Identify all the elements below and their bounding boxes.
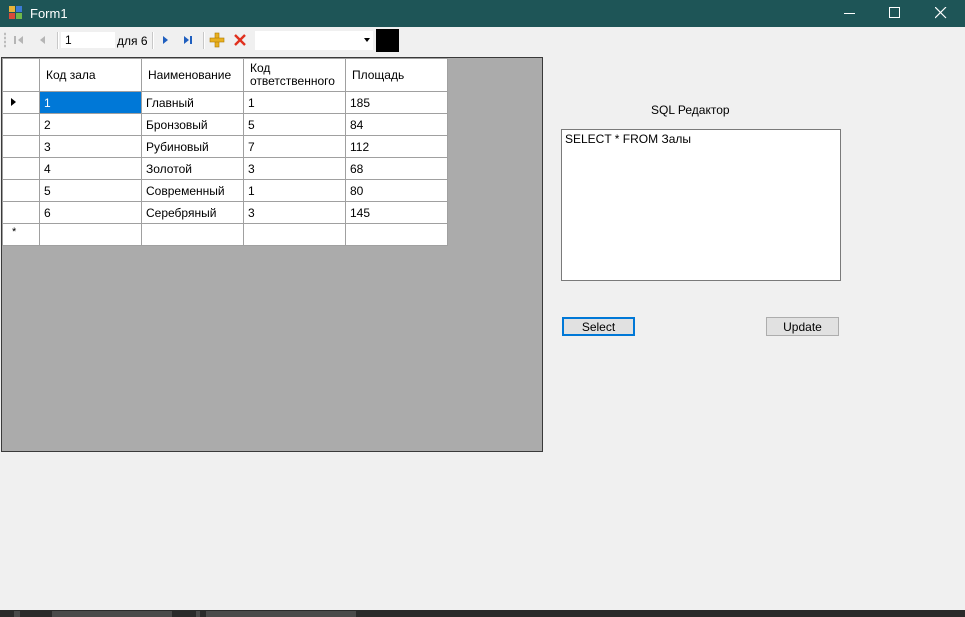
- table-row[interactable]: 4 Золотой 3 68: [2, 157, 448, 180]
- delete-icon: [234, 34, 246, 46]
- position-input[interactable]: [61, 32, 115, 48]
- move-last-icon: [184, 36, 192, 44]
- grid-cell[interactable]: 5: [243, 113, 346, 136]
- move-next-button[interactable]: [156, 31, 174, 49]
- column-header[interactable]: Код ответственного: [243, 58, 346, 92]
- row-header[interactable]: [2, 201, 40, 224]
- count-label: для 6: [117, 34, 148, 48]
- table-row[interactable]: 1 Главный 1 185: [2, 91, 448, 114]
- grid-cell[interactable]: 2: [39, 113, 142, 136]
- move-next-icon: [163, 36, 168, 44]
- grid-cell[interactable]: 3: [39, 135, 142, 158]
- chevron-down-icon: [364, 38, 370, 42]
- close-button[interactable]: [918, 0, 964, 27]
- select-button[interactable]: Select: [562, 317, 635, 336]
- grid-cell[interactable]: 84: [345, 113, 448, 136]
- grid-cell[interactable]: Золотой: [141, 157, 244, 180]
- move-previous-icon: [40, 36, 45, 44]
- move-first-button[interactable]: [10, 31, 28, 49]
- window-title: Form1: [30, 6, 68, 21]
- plus-icon: [209, 32, 225, 48]
- grid-cell[interactable]: Главный: [141, 91, 244, 114]
- toolbar-separator: [203, 32, 205, 49]
- data-grid-table: Код зала Наименование Код ответственного…: [2, 58, 448, 246]
- grid-cell[interactable]: [39, 223, 142, 246]
- grid-cell[interactable]: Бронзовый: [141, 113, 244, 136]
- new-row[interactable]: *: [2, 223, 448, 246]
- row-header[interactable]: [2, 91, 40, 114]
- move-first-icon: [14, 36, 23, 44]
- minimize-button[interactable]: [827, 0, 873, 27]
- toolbar-color-box[interactable]: [376, 29, 399, 52]
- current-row-icon: [11, 98, 16, 106]
- grid-cell[interactable]: 5: [39, 179, 142, 202]
- grid-cell[interactable]: 3: [243, 157, 346, 180]
- sql-query-textbox[interactable]: SELECT * FROM Залы: [561, 129, 841, 281]
- grid-cell[interactable]: 6: [39, 201, 142, 224]
- grid-cell[interactable]: Серебряный: [141, 201, 244, 224]
- app-icon: [9, 6, 23, 20]
- table-row[interactable]: 2 Бронзовый 5 84: [2, 113, 448, 136]
- column-header[interactable]: Площадь: [345, 58, 448, 92]
- table-row[interactable]: 5 Современный 1 80: [2, 179, 448, 202]
- minimize-icon: [844, 13, 855, 14]
- maximize-button[interactable]: [872, 0, 918, 27]
- grid-cell[interactable]: 80: [345, 179, 448, 202]
- grid-corner-header[interactable]: [2, 58, 40, 92]
- row-header[interactable]: [2, 135, 40, 158]
- column-header[interactable]: Наименование: [141, 58, 244, 92]
- grid-cell[interactable]: 112: [345, 135, 448, 158]
- grid-cell[interactable]: 1: [39, 91, 142, 114]
- grid-cell[interactable]: 185: [345, 91, 448, 114]
- title-bar[interactable]: Form1: [0, 0, 965, 27]
- binding-navigator: для 6: [0, 27, 965, 54]
- grid-cell[interactable]: 145: [345, 201, 448, 224]
- grid-cell[interactable]: [345, 223, 448, 246]
- grid-header-row: Код зала Наименование Код ответственного…: [2, 58, 448, 92]
- grid-cell[interactable]: Современный: [141, 179, 244, 202]
- grid-cell[interactable]: [243, 223, 346, 246]
- grid-cell[interactable]: 4: [39, 157, 142, 180]
- maximize-icon: [889, 7, 900, 18]
- form-client-area: для 6 Код зала Наименование Код ответств…: [0, 27, 965, 610]
- close-icon: [935, 7, 947, 19]
- table-row[interactable]: 3 Рубиновый 7 112: [2, 135, 448, 158]
- toolbar-separator: [152, 32, 154, 49]
- grid-cell[interactable]: [141, 223, 244, 246]
- sql-editor-label: SQL Редактор: [651, 103, 730, 117]
- grid-cell[interactable]: 1: [243, 91, 346, 114]
- grid-cell[interactable]: 7: [243, 135, 346, 158]
- row-header[interactable]: [2, 179, 40, 202]
- taskbar-strip: [0, 610, 965, 617]
- grid-cell[interactable]: 1: [243, 179, 346, 202]
- move-last-button[interactable]: [179, 31, 197, 49]
- update-button[interactable]: Update: [766, 317, 839, 336]
- data-grid-view[interactable]: Код зала Наименование Код ответственного…: [1, 57, 543, 452]
- row-header[interactable]: [2, 113, 40, 136]
- toolbar-separator: [57, 32, 59, 49]
- grid-cell[interactable]: Рубиновый: [141, 135, 244, 158]
- grid-cell[interactable]: 68: [345, 157, 448, 180]
- add-new-button[interactable]: [208, 31, 226, 49]
- row-header[interactable]: [2, 157, 40, 180]
- delete-button[interactable]: [231, 31, 249, 49]
- row-header[interactable]: *: [2, 223, 40, 246]
- new-row-marker: *: [12, 226, 17, 238]
- grid-cell[interactable]: 3: [243, 201, 346, 224]
- toolbar-grip[interactable]: [4, 32, 6, 48]
- table-row[interactable]: 6 Серебряный 3 145: [2, 201, 448, 224]
- toolbar-combobox[interactable]: [255, 31, 373, 50]
- move-previous-button[interactable]: [34, 31, 52, 49]
- column-header[interactable]: Код зала: [39, 58, 142, 92]
